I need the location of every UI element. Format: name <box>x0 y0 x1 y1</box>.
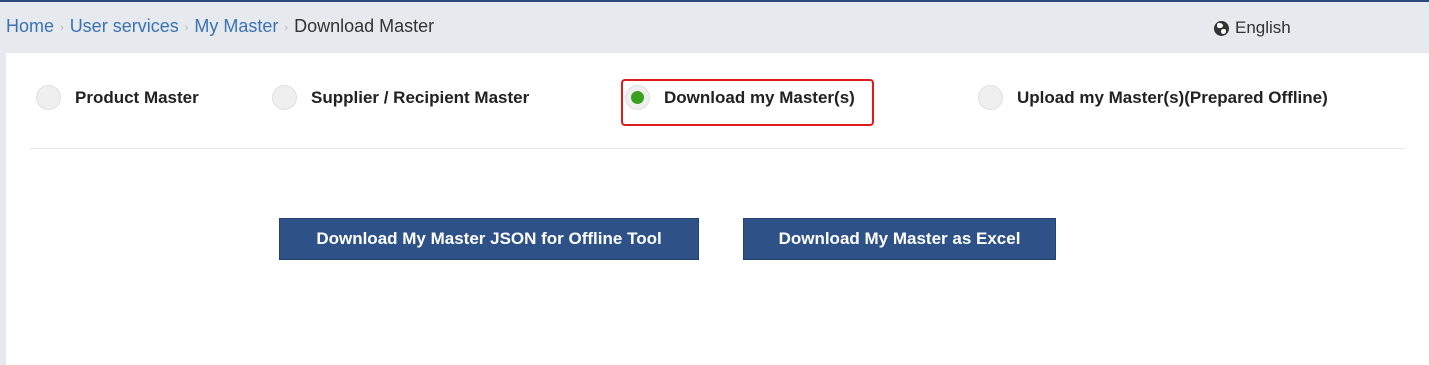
radio-circle[interactable] <box>36 85 61 110</box>
radio-supplier-recipient-master[interactable]: Supplier / Recipient Master <box>272 85 529 110</box>
breadcrumb-current: Download Master <box>294 16 435 36</box>
radio-circle[interactable] <box>272 85 297 110</box>
breadcrumb-home[interactable]: Home <box>6 16 54 37</box>
radio-circle[interactable] <box>978 85 1003 110</box>
breadcrumb: Home › User services › My Master › Downl… <box>6 16 434 37</box>
radio-product-master[interactable]: Product Master <box>36 85 199 110</box>
globe-icon <box>1214 20 1229 36</box>
breadcrumb-separator-icon: › <box>184 21 189 34</box>
main-panel: Product Master Supplier / Recipient Mast… <box>6 53 1429 365</box>
radio-label: Upload my Master(s)(Prepared Offline) <box>1017 87 1328 107</box>
download-json-button[interactable]: Download My Master JSON for Offline Tool <box>279 218 699 260</box>
selection-highlight-box <box>621 79 874 126</box>
download-excel-button[interactable]: Download My Master as Excel <box>743 218 1056 260</box>
breadcrumb-separator-icon: › <box>284 21 289 34</box>
master-type-radio-group: Product Master Supplier / Recipient Mast… <box>6 53 1429 149</box>
divider <box>30 148 1405 149</box>
radio-label: Supplier / Recipient Master <box>311 87 530 107</box>
radio-label: Product Master <box>75 87 199 107</box>
language-selector[interactable]: English <box>1214 18 1291 38</box>
breadcrumb-user-services[interactable]: User services <box>70 16 179 37</box>
breadcrumb-my-master[interactable]: My Master <box>194 16 278 37</box>
language-label: English <box>1235 18 1291 37</box>
header-bar: Home › User services › My Master › Downl… <box>0 2 1429 53</box>
breadcrumb-separator-icon: › <box>60 21 64 34</box>
radio-upload-my-masters[interactable]: Upload my Master(s)(Prepared Offline) <box>978 85 1328 110</box>
